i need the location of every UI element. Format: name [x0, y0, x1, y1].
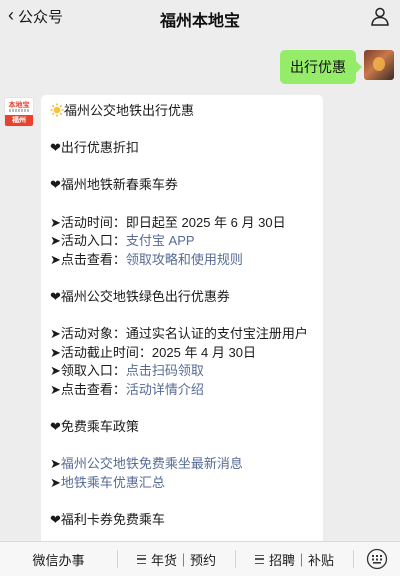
menu-list-icon — [254, 554, 264, 564]
keyboard-icon — [366, 548, 388, 570]
section-heading: ❤福利卡券免费乘车 — [50, 512, 165, 528]
outgoing-message-bubble[interactable]: 出行优惠 — [280, 50, 362, 84]
sun-icon — [50, 103, 64, 117]
info-line: ➤点击查看：领取攻略和使用规则 — [50, 251, 314, 270]
info-value: 通过实名认证的支付宝注册用户 — [125, 326, 308, 342]
info-value: 即日起至 2025 年 6 月 30日 — [125, 214, 286, 230]
menu-newyear-booking[interactable]: 年货｜预约 — [118, 550, 235, 569]
avatar-city-label: 福州 — [5, 115, 33, 126]
account-avatar[interactable]: 本地宝 福州 — [4, 97, 34, 127]
menu-label: 微信办事 — [32, 552, 85, 568]
info-value: 2025 年 4 月 30日 — [151, 344, 256, 360]
info-line: ➤地铁乘车优惠汇总 — [50, 474, 314, 493]
scan-claim-link[interactable]: 点击扫码领取 — [126, 363, 204, 378]
incoming-message-bubble: 福州公交地铁出行优惠 ❤出行优惠折扣 ❤福州地铁新春乘车券 ➤活动时间：即日起至… — [41, 95, 323, 555]
section-heading: ❤出行优惠折扣 — [50, 140, 139, 156]
info-line: ➤活动入口：支付宝 APP — [50, 232, 314, 251]
guide-rules-link[interactable]: 领取攻略和使用规则 — [126, 252, 243, 267]
top-nav-bar: ‹ 公众号 福州本地宝 — [0, 0, 400, 33]
info-label: ➤活动截止时间： — [50, 344, 152, 360]
bottom-menu-bar: 微信办事 年货｜预约 招聘｜补贴 — [0, 541, 400, 576]
menu-jobs-subsidy[interactable]: 招聘｜补贴 — [236, 550, 353, 569]
alipay-app-link[interactable]: 支付宝 APP — [126, 233, 195, 248]
info-line: ➤活动时间：即日起至 2025 年 6 月 30日 — [50, 214, 314, 233]
message-title: 福州公交地铁出行优惠 — [64, 103, 195, 118]
info-line: ➤点击查看：活动详情介绍 — [50, 381, 314, 400]
my-avatar[interactable] — [364, 50, 394, 80]
info-label: ➤活动时间： — [50, 214, 126, 230]
free-ride-news-link[interactable]: 福州公交地铁免费乘坐最新消息 — [61, 456, 243, 471]
info-line: ➤领取入口：点击扫码领取 — [50, 362, 314, 381]
menu-label: 年货｜预约 — [150, 552, 216, 568]
info-line: ➤福州公交地铁免费乘坐最新消息 — [50, 455, 314, 474]
info-line: ➤活动截止时间：2025 年 4 月 30日 — [50, 344, 314, 363]
page-title: 福州本地宝 — [159, 13, 240, 30]
info-label: ➤领取入口： — [50, 363, 126, 379]
message-title-line: 福州公交地铁出行优惠 — [50, 102, 314, 121]
info-label: ➤活动入口： — [50, 233, 126, 249]
info-label: ➤点击查看： — [50, 381, 126, 397]
menu-list-icon — [136, 554, 146, 564]
arrow-marker: ➤ — [50, 474, 61, 490]
activity-details-link[interactable]: 活动详情介绍 — [126, 382, 204, 397]
info-line: ➤活动对象：通过实名认证的支付宝注册用户 — [50, 325, 314, 344]
section-heading: ❤福州地铁新春乘车券 — [50, 177, 178, 193]
info-label: ➤活动对象： — [50, 326, 126, 342]
keyboard-toggle-button[interactable] — [354, 548, 400, 570]
menu-label: 招聘｜补贴 — [268, 552, 334, 568]
arrow-marker: ➤ — [50, 456, 61, 472]
outgoing-message-row: 出行优惠 — [280, 50, 394, 84]
section-heading: ❤免费乘车政策 — [50, 419, 139, 435]
section-heading: ❤福州公交地铁绿色出行优惠券 — [50, 288, 230, 304]
metro-discount-summary-link[interactable]: 地铁乘车优惠汇总 — [61, 475, 165, 490]
avatar-logo-subline — [9, 109, 29, 112]
menu-wechat-services[interactable]: 微信办事 — [0, 550, 117, 569]
user-profile-icon[interactable] — [370, 6, 390, 26]
info-label: ➤点击查看： — [50, 251, 126, 267]
